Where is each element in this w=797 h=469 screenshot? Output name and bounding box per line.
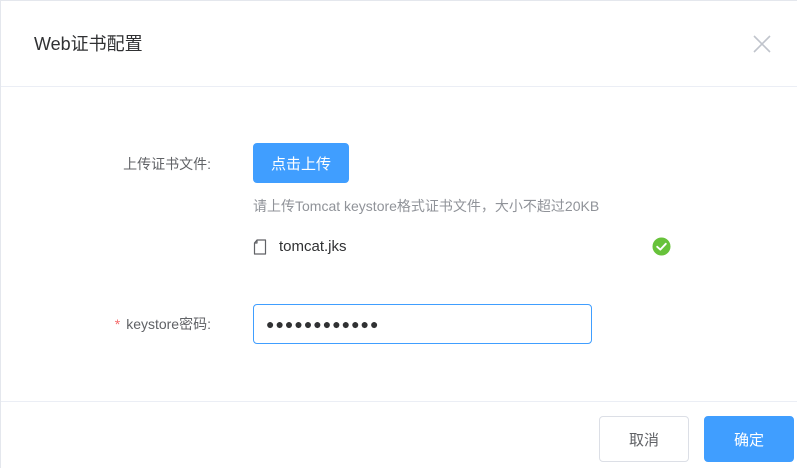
password-label: keystore密码: [126,316,211,332]
upload-label: 上传证书文件: [123,156,211,172]
password-label-row: * keystore密码: [61,314,211,334]
file-name: tomcat.jks [279,238,347,255]
uploaded-file-item[interactable]: tomcat.jks [253,235,673,259]
required-mark: * [114,316,121,332]
password-input[interactable] [253,304,592,344]
upload-button[interactable]: 点击上传 [253,143,349,183]
confirm-button[interactable]: 确定 [704,416,794,462]
cancel-button[interactable]: 取消 [599,416,689,462]
dialog-title: Web证书配置 [34,34,143,54]
close-icon[interactable] [751,33,773,55]
dialog-header: Web证书配置 [1,1,797,87]
upload-tip: 请上传Tomcat keystore格式证书文件，大小不超过20KB [253,198,600,214]
document-icon [253,239,267,255]
success-check-icon [652,237,671,256]
web-cert-dialog: Web证书配置 上传证书文件: 点击上传 请上传Tomcat keystore格… [0,0,797,468]
